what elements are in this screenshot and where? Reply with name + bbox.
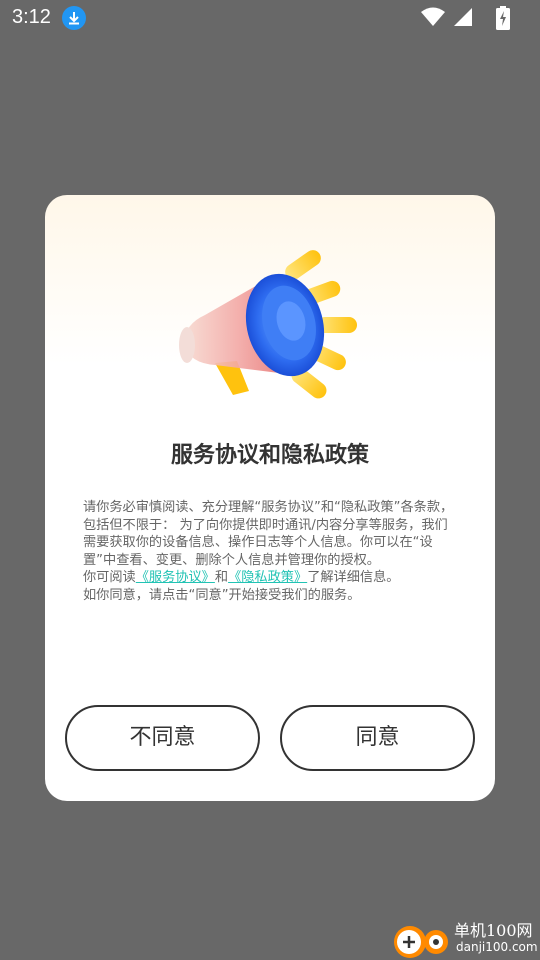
battery-charging-icon: [496, 6, 510, 30]
download-notification-icon: [62, 6, 86, 30]
megaphone-illustration: [179, 250, 357, 399]
cellular-signal-icon: [454, 8, 472, 26]
consent-paragraph: 如你同意，请点击“同意”开始接受我们的服务。: [83, 587, 361, 603]
disagree-button[interactable]: 不同意: [65, 705, 260, 771]
privacy-agreement-dialog: 服务协议和隐私政策 请你务必审慎阅读、充分理解“服务协议”和“隐私政策”各条款，…: [45, 195, 495, 801]
service-agreement-link[interactable]: 《服务协议》: [136, 570, 215, 585]
watermark-url: danji100.com: [456, 940, 538, 954]
dialog-title: 服务协议和隐私政策: [170, 443, 369, 468]
agree-button[interactable]: 同意: [280, 705, 475, 771]
status-icons: [420, 6, 530, 30]
read-prefix: 你可阅读: [83, 570, 136, 585]
wifi-icon: [421, 7, 445, 26]
and-text: 和: [214, 570, 229, 585]
privacy-policy-link[interactable]: 《隐私政策》: [228, 570, 307, 585]
dialog-body: 请你务必审慎阅读、充分理解“服务协议”和“隐私政策”各条款，包括但不限于： 为了…: [83, 499, 459, 604]
read-suffix: 了解详细信息。: [307, 570, 400, 585]
watermark-name: 单机100网: [454, 921, 533, 940]
status-time: 3:12: [12, 6, 51, 28]
status-bar: 3:12: [0, 0, 540, 36]
read-links-paragraph: 你可阅读《服务协议》和《隐私政策》了解详细信息。: [83, 569, 459, 587]
site-watermark: 单机100网 danji100.com: [392, 916, 540, 960]
terms-paragraph: 请你务必审慎阅读、充分理解“服务协议”和“隐私政策”各条款，包括但不限于： 为了…: [83, 500, 454, 568]
watermark-logo-icon: [394, 926, 448, 958]
